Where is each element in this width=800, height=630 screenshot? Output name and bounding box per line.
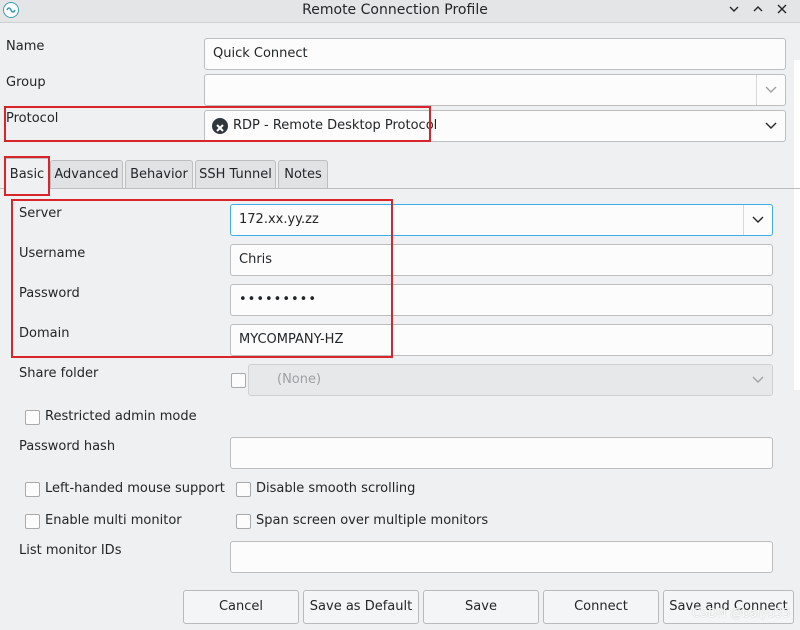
chevron-down-icon bbox=[744, 365, 772, 395]
close-icon[interactable] bbox=[772, 1, 792, 21]
password-input[interactable]: ••••••••• bbox=[230, 284, 773, 316]
password-label: Password bbox=[19, 286, 80, 301]
background-window-edge bbox=[794, 60, 800, 390]
chevron-down-icon[interactable] bbox=[756, 75, 785, 105]
tab-advanced[interactable]: Advanced bbox=[50, 160, 123, 188]
monitor-ids-input[interactable] bbox=[230, 541, 773, 573]
connect-button[interactable]: Connect bbox=[543, 590, 659, 624]
chevron-down-icon[interactable] bbox=[757, 111, 785, 141]
share-folder-checkbox[interactable] bbox=[231, 373, 246, 388]
watermark: CSDN @baiyu33 bbox=[692, 606, 791, 620]
save-button[interactable]: Save bbox=[423, 590, 539, 624]
disable-smooth-label: Disable smooth scrolling bbox=[256, 481, 416, 496]
restricted-admin-label: Restricted admin mode bbox=[45, 409, 197, 424]
multi-monitor-label: Enable multi monitor bbox=[45, 513, 182, 528]
domain-input[interactable]: MYCOMPANY-HZ bbox=[230, 324, 773, 356]
left-handed-label: Left-handed mouse support bbox=[45, 481, 225, 496]
multi-monitor-checkbox[interactable] bbox=[25, 514, 40, 529]
tab-behavior[interactable]: Behavior bbox=[125, 160, 193, 188]
server-combobox[interactable]: 172.xx.yy.zz bbox=[230, 204, 773, 236]
cancel-button[interactable]: Cancel bbox=[183, 590, 299, 624]
disable-smooth-checkbox[interactable] bbox=[236, 482, 251, 497]
domain-label: Domain bbox=[19, 326, 70, 341]
tab-notes[interactable]: Notes bbox=[278, 160, 328, 188]
protocol-label: Protocol bbox=[6, 111, 59, 126]
group-combobox[interactable] bbox=[204, 74, 786, 106]
save-as-default-button[interactable]: Save as Default bbox=[303, 590, 419, 624]
share-folder-value: (None) bbox=[277, 372, 322, 387]
tab-panel-border bbox=[0, 188, 800, 189]
tab-basic[interactable]: Basic bbox=[4, 158, 50, 189]
chevron-up-icon[interactable] bbox=[748, 1, 768, 21]
monitor-ids-label: List monitor IDs bbox=[19, 543, 122, 558]
password-hash-label: Password hash bbox=[19, 439, 116, 454]
share-folder-label: Share folder bbox=[19, 366, 99, 381]
share-folder-combobox: (None) bbox=[248, 364, 773, 396]
chevron-down-icon[interactable] bbox=[724, 1, 744, 21]
protocol-value: RDP - Remote Desktop Protocol bbox=[233, 118, 438, 133]
password-hash-input[interactable] bbox=[230, 437, 773, 469]
name-label: Name bbox=[6, 39, 45, 54]
window-title: Remote Connection Profile bbox=[302, 2, 488, 18]
group-label: Group bbox=[6, 75, 46, 90]
protocol-combobox[interactable]: RDP - Remote Desktop Protocol bbox=[204, 110, 786, 142]
name-input[interactable]: Quick Connect bbox=[204, 38, 786, 70]
username-label: Username bbox=[19, 246, 86, 261]
chevron-down-icon[interactable] bbox=[743, 205, 772, 235]
server-input[interactable]: 172.xx.yy.zz bbox=[239, 212, 319, 227]
title-bar: Remote Connection Profile bbox=[0, 0, 800, 23]
tab-ssh-tunnel[interactable]: SSH Tunnel bbox=[195, 160, 276, 188]
span-screen-label: Span screen over multiple monitors bbox=[256, 513, 489, 528]
restricted-admin-checkbox[interactable] bbox=[25, 410, 40, 425]
span-screen-checkbox[interactable] bbox=[236, 514, 251, 529]
rdp-protocol-icon bbox=[212, 118, 228, 134]
username-input[interactable]: Chris bbox=[230, 244, 773, 276]
left-handed-checkbox[interactable] bbox=[25, 482, 40, 497]
server-label: Server bbox=[19, 206, 62, 221]
